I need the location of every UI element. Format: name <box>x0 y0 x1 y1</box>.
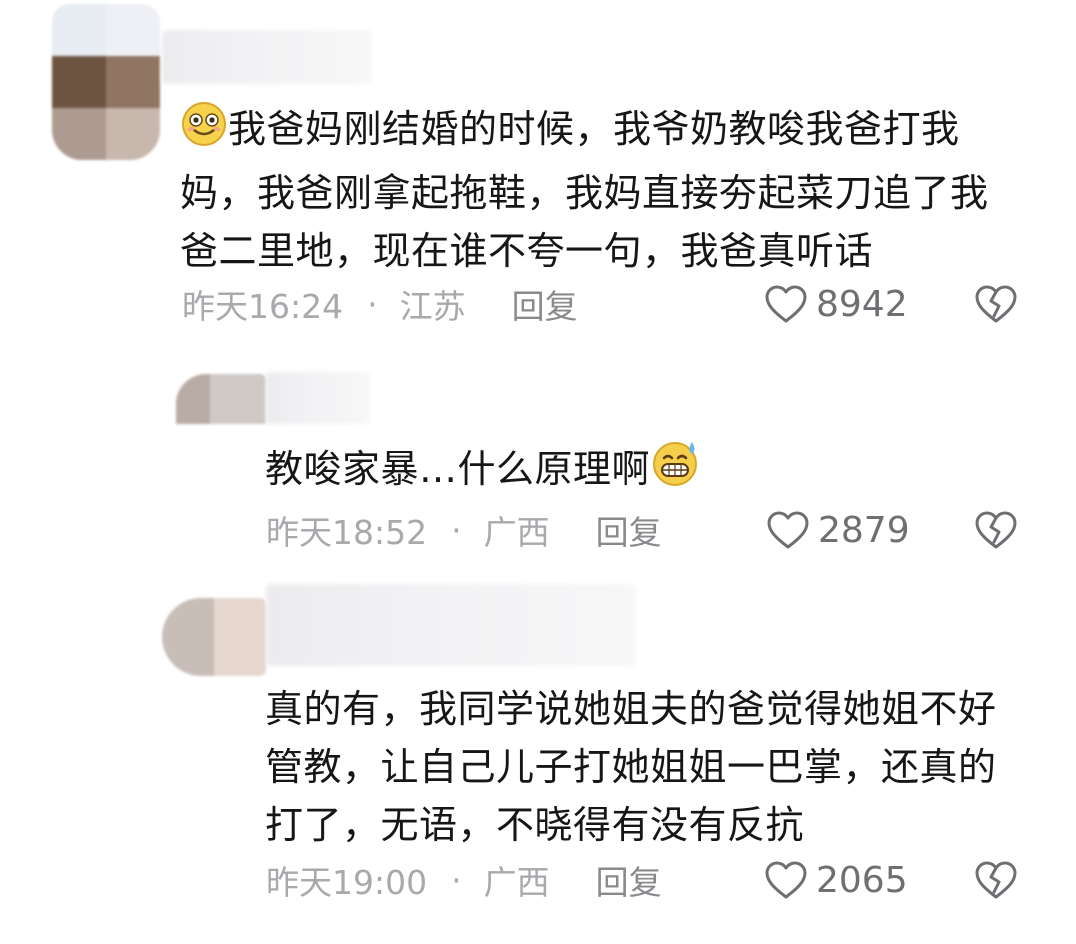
like-button[interactable]: 2879 <box>766 506 910 554</box>
comment-1: 我爸妈刚结婚的时候，我爷奶教唆我爸打我 妈，我爸刚拿起拖鞋，我妈直接夯起菜刀追了… <box>0 0 1076 340</box>
comment-line: 我爸妈刚结婚的时候，我爷奶教唆我爸打我 <box>180 100 989 164</box>
location: 广西 <box>483 513 550 552</box>
smiling-face-icon <box>180 100 228 164</box>
comment-text: 我爸妈刚结婚的时候，我爷奶教唆我爸打我 妈，我爸刚拿起拖鞋，我妈直接夯起菜刀追了… <box>180 100 989 280</box>
separator: · <box>367 284 378 324</box>
comment-3: 真的有，我同学说她姐夫的爸觉得她姐不好 管教，让自己儿子打她姐姐一巴掌，还真的 … <box>0 576 1076 944</box>
comment-text: 真的有，我同学说她姐夫的爸觉得她姐不好 管教，让自己儿子打她姐姐一巴掌，还真的 … <box>265 680 997 854</box>
comment-meta: 昨天16:24 · 江苏 回复 <box>182 280 578 328</box>
username[interactable] <box>266 584 636 666</box>
reply-button[interactable]: 回复 <box>596 856 662 904</box>
comment-meta: 昨天19:00 · 广西 回复 <box>266 856 662 904</box>
like-button[interactable]: 2065 <box>764 856 908 904</box>
grinning-sweat-icon <box>650 438 700 504</box>
comment-meta: 昨天18:52 · 广西 回复 <box>266 506 662 554</box>
comment-line: 真的有，我同学说她姐夫的爸觉得她姐不好 <box>265 687 997 731</box>
separator: · <box>451 860 462 900</box>
username[interactable] <box>162 30 372 84</box>
comment-line: 妈，我爸刚拿起拖鞋，我妈直接夯起菜刀追了我 <box>180 171 989 215</box>
separator: · <box>451 510 462 550</box>
timestamp: 昨天16:24 <box>182 287 344 326</box>
avatar[interactable] <box>176 374 266 424</box>
location: 广西 <box>483 863 550 902</box>
heart-icon <box>765 861 807 899</box>
heart-icon <box>765 285 807 323</box>
broken-heart-icon[interactable] <box>974 858 1018 902</box>
avatar[interactable] <box>52 4 160 160</box>
like-count: 2065 <box>816 859 908 901</box>
comment-line: 爸二里地，现在谁不夸一句，我爸真听话 <box>180 229 874 273</box>
like-count: 2879 <box>818 509 910 551</box>
broken-heart-icon[interactable] <box>974 282 1018 326</box>
reply-button[interactable]: 回复 <box>596 506 662 554</box>
avatar[interactable] <box>162 598 266 676</box>
broken-heart-icon[interactable] <box>974 508 1018 552</box>
comment-line: 管教，让自己儿子打她姐姐一巴掌，还真的 <box>265 745 997 789</box>
comment-text: 教唆家暴…什么原理啊 <box>265 438 700 504</box>
timestamp: 昨天18:52 <box>266 513 428 552</box>
reply-button[interactable]: 回复 <box>512 280 578 328</box>
comment-line: 打了，无语，不晓得有没有反抗 <box>265 803 805 847</box>
heart-icon <box>767 511 809 549</box>
like-button[interactable]: 8942 <box>764 280 908 328</box>
comment-line: 教唆家暴…什么原理啊 <box>265 438 700 504</box>
location: 江苏 <box>399 287 466 326</box>
comment-2: 教唆家暴…什么原理啊 昨天18:52 · 广西 回复 2879 <box>0 360 1076 560</box>
username[interactable] <box>266 372 370 424</box>
like-count: 8942 <box>816 283 908 325</box>
timestamp: 昨天19:00 <box>266 863 428 902</box>
